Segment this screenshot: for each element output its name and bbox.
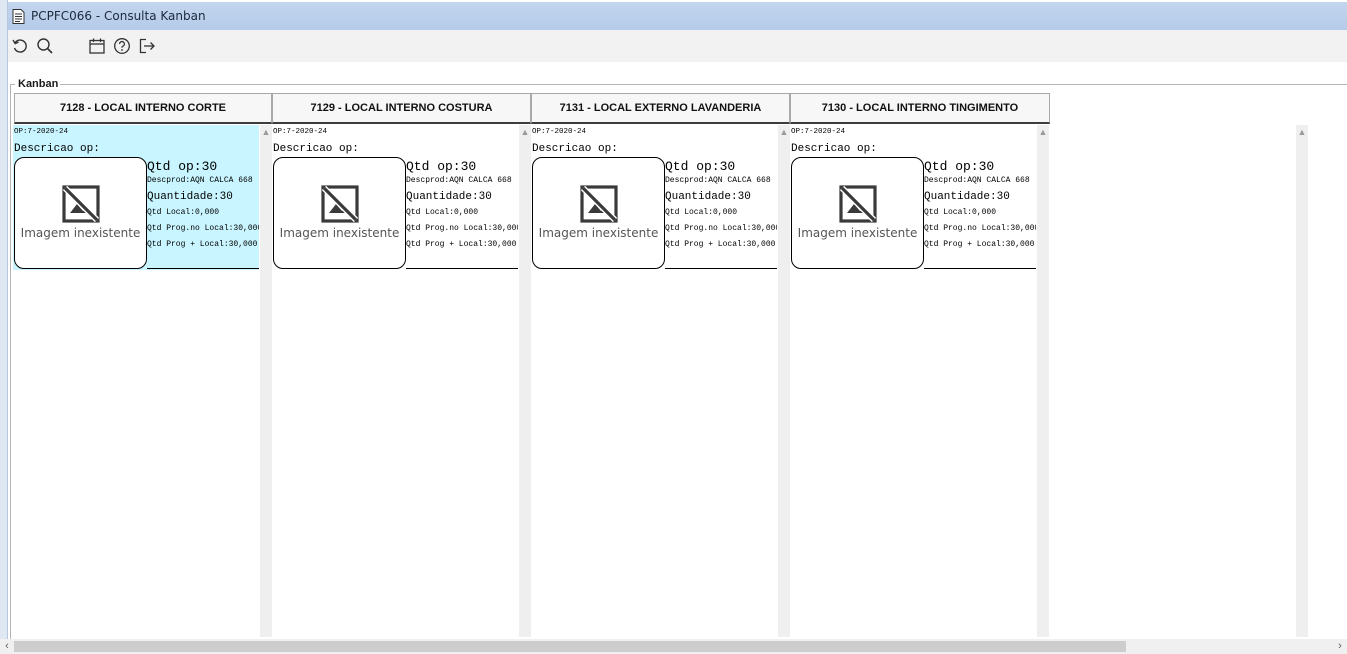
window-title: PCPFC066 - Consulta Kanban bbox=[31, 9, 206, 23]
scroll-up-icon[interactable]: ▲ bbox=[778, 127, 790, 137]
card-quantidade: Quantidade:30 bbox=[406, 191, 492, 203]
calendar-icon bbox=[89, 38, 105, 54]
card-op: OP:7-2020-24 bbox=[273, 128, 328, 136]
image-caption: Imagem inexistente bbox=[538, 226, 659, 240]
card-image-placeholder: Imagem inexistente bbox=[14, 157, 147, 269]
kanban-card[interactable]: OP:7-2020-24 Descricao op: Imagem inexis… bbox=[531, 125, 777, 270]
search-button[interactable] bbox=[34, 35, 56, 57]
group-border-left bbox=[10, 84, 11, 639]
column-body-corte: OP:7-2020-24 Descricao op: Imagem inexis… bbox=[13, 125, 260, 637]
window-left-edge bbox=[0, 0, 8, 654]
card-quantidade: Quantidade:30 bbox=[665, 191, 751, 203]
card-descricao: Descricao op: bbox=[791, 143, 877, 155]
kanban-card[interactable]: OP:7-2020-24 Descricao op: Imagem inexis… bbox=[790, 125, 1036, 270]
card-image-placeholder: Imagem inexistente bbox=[791, 157, 924, 269]
group-border bbox=[56, 84, 1347, 85]
no-image-icon bbox=[838, 185, 877, 223]
card-qtd-local: Qtd Local:0,000 bbox=[406, 208, 479, 217]
exit-button[interactable] bbox=[136, 35, 158, 57]
scroll-left-icon[interactable]: ‹ bbox=[0, 639, 14, 654]
card-qtd-prog-mais-local: Qtd Prog + Local:30,000 bbox=[147, 240, 258, 249]
help-icon bbox=[114, 38, 130, 54]
kanban-card[interactable]: OP:7-2020-24 Descricao op: Imagem inexis… bbox=[13, 125, 259, 270]
scroll-up-icon[interactable]: ▲ bbox=[1296, 127, 1308, 137]
document-icon bbox=[12, 8, 25, 24]
exit-icon bbox=[139, 38, 155, 54]
title-bar: PCPFC066 - Consulta Kanban bbox=[8, 2, 1347, 30]
card-quantidade: Quantidade:30 bbox=[924, 191, 1010, 203]
refresh-button[interactable] bbox=[9, 35, 31, 57]
card-descprod: Descprod:AQN CALCA 668 bbox=[924, 176, 1030, 185]
column-header-lavanderia[interactable]: 7131 - LOCAL EXTERNO LAVANDERIA bbox=[531, 93, 790, 124]
board-scrollbar[interactable]: ▲ bbox=[1296, 125, 1308, 637]
toolbar bbox=[8, 30, 1347, 62]
refresh-icon bbox=[12, 39, 27, 53]
column-scrollbar[interactable]: ▲ bbox=[1037, 125, 1049, 637]
card-image-placeholder: Imagem inexistente bbox=[273, 157, 406, 269]
calendar-button[interactable] bbox=[86, 35, 108, 57]
card-descprod: Descprod:AQN CALCA 668 bbox=[406, 176, 512, 185]
card-details: Qtd op:30 Descprod:AQN CALCA 668 Quantid… bbox=[665, 159, 777, 269]
card-qtd-prog-mais-local: Qtd Prog + Local:30,000 bbox=[924, 240, 1035, 249]
scroll-up-icon[interactable]: ▲ bbox=[260, 127, 272, 137]
card-qtd-local: Qtd Local:0,000 bbox=[147, 208, 220, 217]
image-caption: Imagem inexistente bbox=[797, 226, 918, 240]
card-qtd-op: Qtd op:30 bbox=[147, 159, 218, 174]
image-caption: Imagem inexistente bbox=[279, 226, 400, 240]
card-details: Qtd op:30 Descprod:AQN CALCA 668 Quantid… bbox=[924, 159, 1036, 269]
card-op: OP:7-2020-24 bbox=[14, 128, 69, 136]
column-header-tingimento[interactable]: 7130 - LOCAL INTERNO TINGIMENTO bbox=[790, 93, 1050, 124]
card-quantidade: Quantidade:30 bbox=[147, 191, 233, 203]
card-qtd-op: Qtd op:30 bbox=[406, 159, 477, 174]
card-qtd-op: Qtd op:30 bbox=[665, 159, 736, 174]
card-descricao: Descricao op: bbox=[14, 143, 100, 155]
card-op: OP:7-2020-24 bbox=[791, 128, 846, 136]
card-image-placeholder: Imagem inexistente bbox=[532, 157, 665, 269]
no-image-icon bbox=[61, 185, 100, 223]
column-body-tingimento: OP:7-2020-24 Descricao op: Imagem inexis… bbox=[790, 125, 1037, 637]
group-border-corner bbox=[10, 84, 15, 85]
scroll-up-icon[interactable]: ▲ bbox=[1037, 127, 1049, 137]
column-header-corte[interactable]: 7128 - LOCAL INTERNO CORTE bbox=[14, 93, 272, 124]
no-image-icon bbox=[579, 185, 618, 223]
card-qtd-prog-no-local: Qtd Prog.no Local:30,000 bbox=[665, 224, 777, 233]
column-scrollbar[interactable]: ▲ bbox=[778, 125, 790, 637]
column-scrollbar[interactable]: ▲ bbox=[260, 125, 272, 637]
card-qtd-local: Qtd Local:0,000 bbox=[924, 208, 997, 217]
scroll-up-icon[interactable]: ▲ bbox=[519, 127, 531, 137]
card-qtd-prog-mais-local: Qtd Prog + Local:30,000 bbox=[406, 240, 517, 249]
card-descricao: Descricao op: bbox=[273, 143, 359, 155]
card-qtd-prog-no-local: Qtd Prog.no Local:30,000 bbox=[924, 224, 1036, 233]
column-header-costura[interactable]: 7129 - LOCAL INTERNO COSTURA bbox=[272, 93, 531, 124]
help-button[interactable] bbox=[111, 35, 133, 57]
kanban-card[interactable]: OP:7-2020-24 Descricao op: Imagem inexis… bbox=[272, 125, 518, 270]
horizontal-scrollbar[interactable]: ‹ › bbox=[0, 639, 1347, 654]
image-caption: Imagem inexistente bbox=[20, 226, 141, 240]
card-descricao: Descricao op: bbox=[532, 143, 618, 155]
card-details: Qtd op:30 Descprod:AQN CALCA 668 Quantid… bbox=[406, 159, 518, 269]
card-qtd-op: Qtd op:30 bbox=[924, 159, 995, 174]
card-qtd-prog-no-local: Qtd Prog.no Local:30,000 bbox=[406, 224, 518, 233]
kanban-window: PCPFC066 - Consulta Kanban Kanban 7128 -… bbox=[0, 0, 1347, 654]
column-body-costura: OP:7-2020-24 Descricao op: Imagem inexis… bbox=[272, 125, 519, 637]
horizontal-scroll-thumb[interactable] bbox=[14, 641, 1126, 652]
card-details: Qtd op:30 Descprod:AQN CALCA 668 Quantid… bbox=[147, 159, 259, 269]
card-descprod: Descprod:AQN CALCA 668 bbox=[665, 176, 771, 185]
column-scrollbar[interactable]: ▲ bbox=[519, 125, 531, 637]
no-image-icon bbox=[320, 185, 359, 223]
kanban-group-label: Kanban bbox=[16, 78, 61, 90]
card-op: OP:7-2020-24 bbox=[532, 128, 587, 136]
search-icon bbox=[37, 38, 53, 54]
card-qtd-prog-mais-local: Qtd Prog + Local:30,000 bbox=[665, 240, 776, 249]
card-qtd-prog-no-local: Qtd Prog.no Local:30,000 bbox=[147, 224, 259, 233]
scroll-right-icon[interactable]: › bbox=[1333, 639, 1347, 654]
card-descprod: Descprod:AQN CALCA 668 bbox=[147, 176, 253, 185]
card-qtd-local: Qtd Local:0,000 bbox=[665, 208, 738, 217]
column-body-lavanderia: OP:7-2020-24 Descricao op: Imagem inexis… bbox=[531, 125, 778, 637]
